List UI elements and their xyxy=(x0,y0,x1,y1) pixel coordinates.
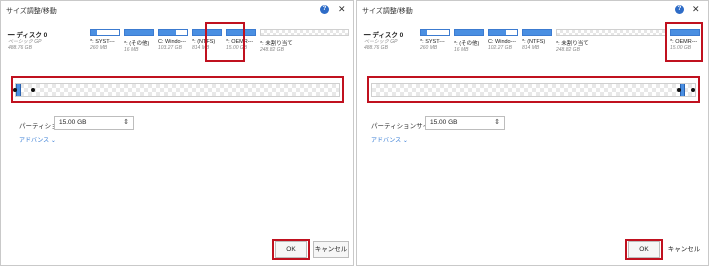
partition-size: 16 MB xyxy=(124,47,139,53)
partition-windows[interactable]: C: Windo--- 102.27 GB xyxy=(488,29,518,51)
partition-bar xyxy=(522,29,552,36)
close-icon[interactable]: ✕ xyxy=(692,4,700,14)
partition-system[interactable]: *: SYST--- 260 MB xyxy=(420,29,450,51)
chevron-down-icon: ⌄ xyxy=(402,138,408,144)
disk-map: ━ ディスク 0 ベーシック GP 488.76 GB *: SYST--- 2… xyxy=(360,23,705,65)
advanced-label: アドバンス xyxy=(19,138,50,144)
partition-other[interactable]: *: (その他) 16 MB xyxy=(124,29,154,53)
partition-size: 260 MB xyxy=(420,45,438,51)
partition-bar xyxy=(556,29,666,36)
partition-size-input[interactable]: 15.00 GB ⇕ xyxy=(425,116,505,130)
partition-unallocated[interactable]: *: 未割り当て 248.82 GB xyxy=(556,29,666,53)
partition-ntfs[interactable]: *: (NTFS) 814 MB xyxy=(522,29,552,51)
partition-label: *: 未割り当て xyxy=(556,41,589,47)
disk-name: ディスク 0 xyxy=(16,32,48,39)
advanced-label: アドバンス xyxy=(371,138,402,144)
partition-bar xyxy=(420,29,450,36)
partition-bar xyxy=(454,29,484,36)
resize-move-dialog-left: サイズ調整/移動 ? ✕ ━ ディスク 0 ベーシック GP 488.76 GB… xyxy=(0,0,354,266)
partition-label: *: 未割り当て xyxy=(260,41,293,47)
dialog-title: サイズ調整/移動 xyxy=(6,8,57,15)
close-icon[interactable]: ✕ xyxy=(338,4,346,14)
partition-size-value: 15.00 GB xyxy=(430,119,458,126)
partition-size: 248.82 GB xyxy=(556,47,580,53)
advanced-toggle[interactable]: アドバンス ⌄ xyxy=(371,135,408,144)
highlight-box xyxy=(205,22,245,62)
partition-bar xyxy=(124,29,154,36)
partition-size: 102.27 GB xyxy=(488,45,512,51)
highlight-box xyxy=(625,239,663,260)
up-down-icon[interactable]: ⇕ xyxy=(123,118,129,126)
advanced-toggle[interactable]: アドバンス ⌄ xyxy=(19,135,56,144)
partition-size: 260 MB xyxy=(90,45,108,51)
cancel-button[interactable]: キャンセル xyxy=(313,241,349,258)
disk-info: ━ ディスク 0 ベーシック GP 488.76 GB xyxy=(8,29,83,51)
partition-label: *: (その他) xyxy=(454,41,480,47)
dialog-title: サイズ調整/移動 xyxy=(362,8,413,15)
partition-bar xyxy=(260,29,349,36)
partition-system[interactable]: *: SYST--- 260 MB xyxy=(90,29,120,51)
partition-label: *: (その他) xyxy=(124,41,150,47)
highlight-box xyxy=(272,239,310,260)
partition-size: 16 MB xyxy=(454,47,469,53)
partition-size: 814 MB xyxy=(522,45,540,51)
cancel-button[interactable]: キャンセル xyxy=(666,241,702,258)
disk-name: ディスク 0 xyxy=(372,32,404,39)
help-icon[interactable]: ? xyxy=(675,5,684,14)
partition-size-input[interactable]: 15.00 GB ⇕ xyxy=(54,116,134,130)
disk-map: ━ ディスク 0 ベーシック GP 488.76 GB *: SYST--- 2… xyxy=(4,23,350,65)
up-down-icon[interactable]: ⇕ xyxy=(494,118,500,126)
highlight-box xyxy=(665,22,703,62)
resize-move-dialog-right: サイズ調整/移動 ? ✕ ━ ディスク 0 ベーシック GP 488.76 GB… xyxy=(356,0,709,266)
partition-size: 103.27 GB xyxy=(158,45,182,51)
partition-unallocated[interactable]: *: 未割り当て 248.82 GB xyxy=(260,29,349,53)
highlight-box xyxy=(11,76,344,103)
partition-bar xyxy=(158,29,188,36)
highlight-box xyxy=(367,76,700,103)
partition-bar xyxy=(488,29,518,36)
disk-size: 488.76 GB xyxy=(8,45,32,51)
partition-other[interactable]: *: (その他) 16 MB xyxy=(454,29,484,53)
help-icon[interactable]: ? xyxy=(320,5,329,14)
chevron-down-icon: ⌄ xyxy=(50,138,56,144)
partition-size-value: 15.00 GB xyxy=(59,119,87,126)
partition-bar xyxy=(90,29,120,36)
partition-windows[interactable]: C: Windo--- 103.27 GB xyxy=(158,29,188,51)
partition-size: 248.82 GB xyxy=(260,47,284,53)
